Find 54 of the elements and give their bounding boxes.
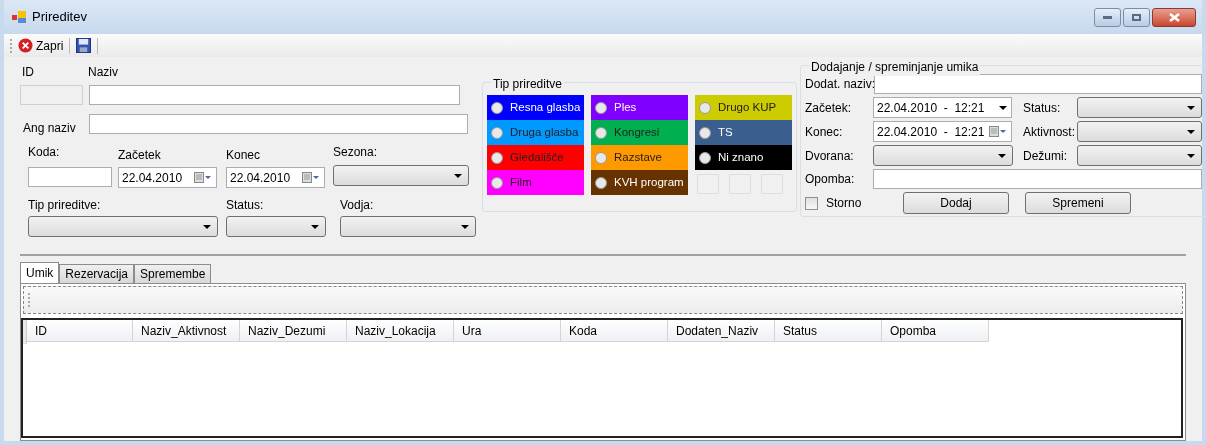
close-toolbar-button[interactable]: Zapri — [18, 36, 64, 55]
date-value: 22.04.2010 - 12:21 — [877, 99, 985, 117]
field-label: Status: — [1023, 99, 1062, 117]
radio-option[interactable]: Resna glasba — [487, 95, 584, 121]
field-label: Sezona: — [333, 144, 379, 162]
radio-option[interactable]: Gledališče — [487, 145, 584, 171]
column-header[interactable]: Status — [775, 320, 882, 343]
date-field[interactable]: 22.04.2010 - 12:21 — [873, 121, 1012, 143]
radio-option[interactable]: Ni znano — [695, 145, 792, 171]
radio-option[interactable]: Kongresi — [591, 120, 688, 146]
field-label: Opomba: — [805, 171, 856, 189]
field-label: Vodja: — [340, 197, 375, 215]
save-changes-button[interactable]: Spremeni — [1025, 192, 1131, 215]
tab[interactable]: Rezervacija — [59, 264, 135, 284]
radio-option[interactable]: Drugo KUP — [695, 95, 792, 121]
date-value: 22.04.2010 — [122, 169, 183, 187]
column-header[interactable]: Naziv_Lokacija — [347, 320, 454, 343]
add-button[interactable]: Dodaj — [903, 192, 1009, 215]
column-header[interactable]: Opomba — [882, 320, 989, 343]
field-label: Status: — [226, 197, 265, 215]
field-label: Tip prireditve: — [28, 197, 102, 215]
field-label: Aktivnost: — [1023, 123, 1077, 141]
window-title: Prireditev — [32, 8, 87, 27]
radio-option[interactable]: Film — [487, 170, 584, 196]
storno-checkbox[interactable]: Storno — [805, 194, 903, 213]
column-header[interactable]: Naziv_Aktivnost — [133, 320, 240, 343]
field-label: Konec — [226, 147, 262, 165]
tab[interactable]: Umik — [20, 262, 60, 284]
radio-option[interactable]: Druga glasba — [487, 120, 584, 146]
radio-option[interactable]: Razstave — [591, 145, 688, 171]
field-label: Začetek: — [805, 99, 853, 117]
field-label: ID — [22, 64, 34, 82]
field-label: Dvorana: — [805, 147, 855, 165]
date-field[interactable]: 22.04.2010 - 12:21 — [873, 97, 1012, 119]
field-label: Dodat. naziv: — [805, 76, 874, 94]
radio-option[interactable]: KVH program — [591, 170, 688, 196]
date-field[interactable]: 22.04.2010 — [226, 167, 325, 189]
column-header[interactable]: Ura — [454, 320, 561, 343]
field-label: Konec: — [805, 123, 844, 141]
field-label: Ang naziv — [23, 120, 77, 138]
field-label: Naziv — [88, 64, 118, 82]
date-value: 22.04.2010 - 12:21 — [877, 123, 985, 141]
column-header[interactable]: Dodaten_Naziv — [668, 320, 775, 343]
field-label: Dežumi: — [1023, 147, 1068, 165]
date-field[interactable]: 22.04.2010 — [118, 167, 217, 189]
radio-option[interactable]: Ples — [591, 95, 688, 121]
radio-option[interactable]: TS — [695, 120, 792, 146]
field-label: Koda: — [28, 144, 61, 162]
tab[interactable]: Spremembe — [134, 264, 212, 284]
column-header[interactable]: Naziv_Dezumi — [240, 320, 347, 343]
date-value: 22.04.2010 — [230, 169, 291, 187]
field-label: Začetek — [118, 147, 162, 165]
column-header[interactable]: ID — [27, 320, 133, 343]
column-header[interactable]: Koda — [561, 320, 668, 343]
